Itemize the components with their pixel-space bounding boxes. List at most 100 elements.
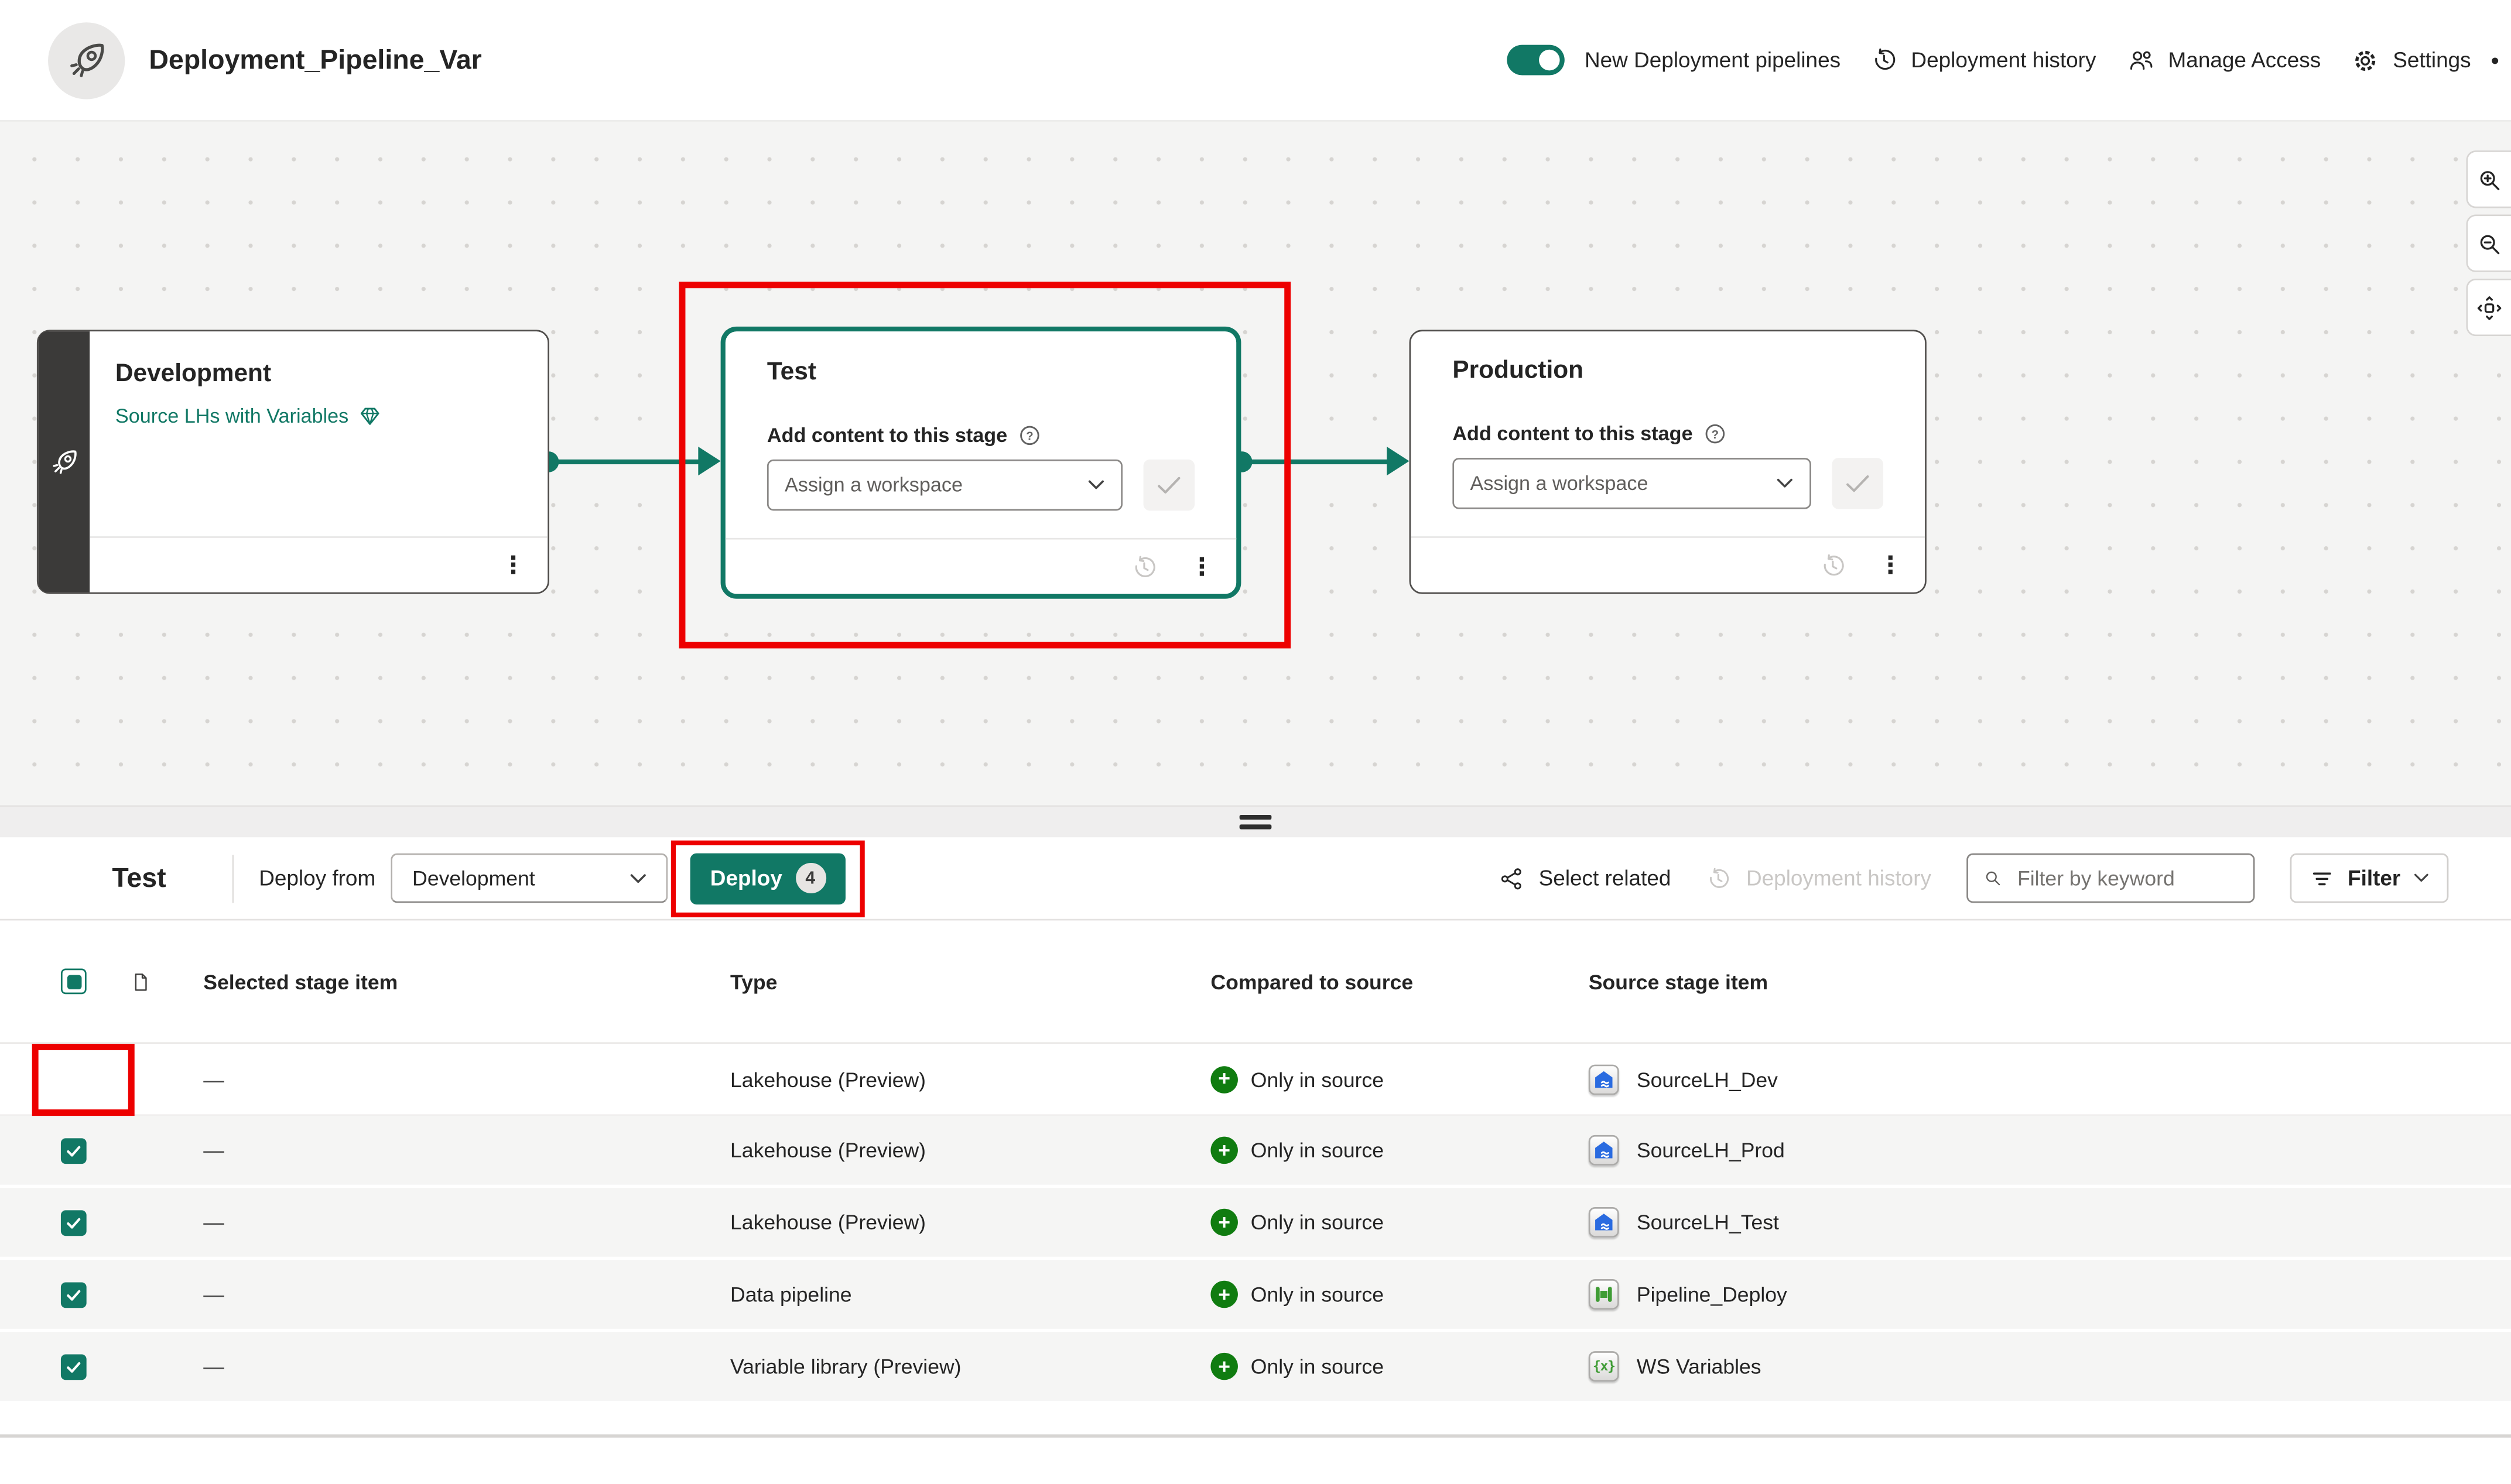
source-item-name: SourceLH_Dev [1637,1067,1778,1091]
zoom-in-button[interactable] [2466,150,2511,208]
compared-text: Only in source [1251,1210,1384,1234]
deploy-toolbar: Test Deploy from Development Deploy 4 Se… [0,837,2511,920]
rocket-icon [65,39,108,82]
selected-stage-item-cell: — [203,1067,730,1091]
add-content-label: Add content to this stage [767,424,1195,447]
history-icon [1871,46,1898,73]
stage-card-footer: ⋮ [1411,536,1925,592]
type-cell: Lakehouse (Preview) [730,1067,1210,1091]
annotation-red-box-deploy-button: Deploy 4 [672,839,864,916]
deploy-button[interactable]: Deploy 4 [691,852,845,904]
source-cell: SourceLH_Dev [1589,1064,2511,1094]
row-checkbox-checked[interactable] [61,1281,87,1307]
col-type: Type [730,969,1210,993]
help-icon[interactable] [1018,424,1041,447]
deployment-history-label: Deployment history [1911,48,2096,72]
toggle-knob [1538,50,1559,71]
table-row[interactable]: — Variable library (Preview) Only in sou… [0,1332,2511,1404]
more-options-icon[interactable]: ⋮ [1190,555,1214,579]
type-cell: Lakehouse (Preview) [730,1138,1210,1162]
row-checkbox-checked[interactable] [61,1353,87,1379]
assigned-stage-strip [39,331,90,592]
lakehouse-icon [1589,1135,1619,1166]
table-row[interactable]: — Lakehouse (Preview) Only in source Sou… [0,1188,2511,1260]
chevron-down-icon [1776,477,1794,490]
dev-to-test-arrow [546,458,706,464]
check-icon [64,1213,83,1232]
new-deployment-pipelines-toggle[interactable] [1506,45,1564,76]
only-in-source-icon [1210,1209,1237,1236]
select-related-button[interactable]: Select related [1499,865,1671,891]
people-icon [2126,46,2155,74]
assign-workspace-dropdown[interactable]: Assign a workspace [767,460,1123,511]
toolbar-right-actions: Select related Deployment history Filter [1499,854,2511,903]
col-source-stage-item: Source stage item [1589,969,2511,993]
deploy-from-value: Development [412,866,630,890]
splitter-handle[interactable] [1240,815,1272,834]
stage-history-button[interactable] [1131,553,1158,580]
panel-splitter [0,806,2511,838]
type-cell: Variable library (Preview) [730,1355,1210,1379]
source-cell: Pipeline_Deploy [1589,1279,2511,1310]
select-related-label: Select related [1539,866,1671,890]
source-item-name: SourceLH_Prod [1637,1138,1785,1162]
pipeline-logo [48,22,125,98]
stage-history-button[interactable] [1819,551,1846,578]
manage-access-button[interactable]: Manage Access [2126,46,2321,74]
page-bottom-area [0,1434,2511,1484]
zoom-in-icon [2476,166,2503,193]
chevron-down-icon [630,872,648,885]
table-row[interactable]: — Lakehouse (Preview) Only in source Sou… [0,1044,2511,1116]
stage-card-production[interactable]: Production Add content to this stage Ass… [1410,330,1927,594]
test-to-prod-arrowhead [1387,447,1409,475]
deploy-button-label: Deploy [710,866,782,890]
assign-workspace-dropdown[interactable]: Assign a workspace [1452,458,1811,509]
settings-button[interactable]: Settings [2351,46,2471,74]
deployment-history-button[interactable]: Deployment history [1871,46,2096,73]
workspace-link[interactable]: Source LHs with Variables [115,405,522,427]
deploy-from-label: Deploy from [259,866,375,890]
selected-stage-item-cell: — [203,1210,730,1234]
lakehouse-icon [1589,1207,1619,1238]
more-options-icon[interactable]: ⋮ [1879,553,1903,577]
lakehouse-icon [1589,1064,1619,1094]
deployment-history-button-disabled[interactable]: Deployment history [1706,865,1931,891]
workspace-link-label: Source LHs with Variables [115,405,348,427]
keyword-filter-input[interactable] [2014,865,2239,892]
stage-card-development[interactable]: Development Source LHs with Variables ⋮ [37,330,549,594]
more-menu-icon[interactable] [2492,57,2498,63]
source-item-name: Pipeline_Deploy [1637,1282,1787,1306]
more-options-icon[interactable]: ⋮ [501,553,525,577]
select-all-checkbox[interactable] [61,968,87,994]
add-content-text: Add content to this stage [1452,423,1692,445]
manage-access-label: Manage Access [2168,48,2321,72]
row-checkbox-checked[interactable] [61,1137,87,1163]
compared-text: Only in source [1251,1282,1384,1306]
stage-card-test[interactable]: Test Add content to this stage Assign a … [721,327,1241,599]
compared-text: Only in source [1251,1355,1384,1379]
assign-workspace-placeholder: Assign a workspace [1470,472,1776,495]
selected-stage-item-cell: — [203,1138,730,1162]
compared-text: Only in source [1251,1138,1384,1162]
test-to-prod-arrow [1240,458,1400,464]
help-icon[interactable] [1704,423,1726,445]
table-row[interactable]: — Data pipeline Only in source Pipeline_… [0,1260,2511,1332]
share-graph-icon [1499,865,1524,891]
confirm-assign-button[interactable] [1832,458,1883,509]
filter-button[interactable]: Filter [2290,854,2449,903]
source-cell: {x} WS Variables [1589,1351,2511,1382]
confirm-assign-button[interactable] [1144,460,1195,511]
selected-stage-item-cell: — [203,1282,730,1306]
fit-to-screen-button[interactable] [2466,279,2511,336]
zoom-out-button[interactable] [2466,214,2511,272]
toggle-label: New Deployment pipelines [1585,48,1841,72]
row-checkbox-checked[interactable] [61,1209,87,1235]
gear-icon [2351,46,2380,74]
item-type-column-icon [130,969,152,993]
stage-card-footer: ⋮ [90,536,548,592]
check-icon [64,1285,83,1304]
table-row[interactable]: — Lakehouse (Preview) Only in source Sou… [0,1116,2511,1188]
source-item-name: SourceLH_Test [1637,1210,1779,1234]
deploy-from-dropdown[interactable]: Development [392,854,669,903]
dev-to-test-arrowhead [698,447,720,475]
